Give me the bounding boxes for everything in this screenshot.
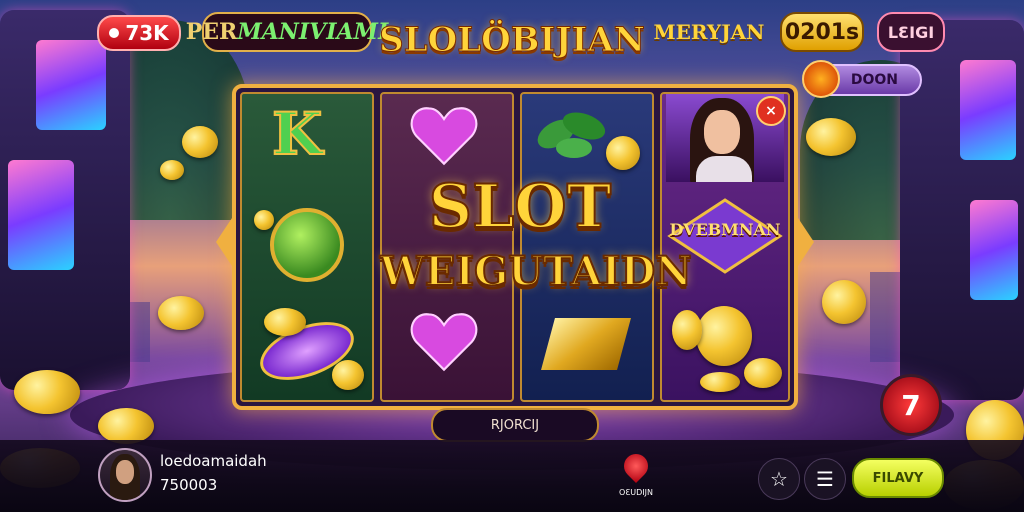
spin-button[interactable]: 7 <box>880 374 942 436</box>
promo-badge-left-b: MANIVIAMI <box>237 19 389 45</box>
promo-badge-right[interactable]: MERYJAN <box>652 16 766 48</box>
promo-badge-left-a: PER <box>185 19 238 45</box>
coin-icon <box>606 136 640 170</box>
reel4-emblem-text: DVEBMNAN <box>669 220 781 239</box>
coin-icon <box>744 358 782 388</box>
avatar-face <box>116 460 134 484</box>
coin-icon <box>806 118 856 156</box>
coin-icon <box>98 408 154 444</box>
coin-icon <box>672 310 702 350</box>
close-icon[interactable]: × <box>756 96 786 126</box>
coin-icon <box>182 126 218 158</box>
favorites-button[interactable]: ☆ <box>758 458 800 500</box>
coin-icon <box>158 296 204 330</box>
heart-symbol-icon <box>410 107 478 166</box>
coin-icon <box>14 370 80 414</box>
gold-bar-symbol-icon <box>541 318 631 370</box>
arcade-screen <box>36 40 106 130</box>
coin-icon <box>264 308 306 336</box>
reel-overlay-title: SLOT <box>428 171 612 243</box>
portrait-face <box>704 110 740 154</box>
k-symbol: K <box>271 99 323 169</box>
coin-icon <box>700 372 740 392</box>
map-pin-label: OƐUDIJN <box>619 488 653 497</box>
player-balance: 750003 <box>160 476 218 494</box>
coin-icon <box>696 306 752 366</box>
doon-label: DOON <box>850 72 898 88</box>
avatar[interactable] <box>98 448 152 502</box>
portrait-body <box>696 156 752 182</box>
spin-label-button[interactable]: RJORCIJ <box>431 408 599 442</box>
live-count-text: 73K <box>125 21 169 45</box>
lime-symbol-icon <box>270 208 344 282</box>
live-dot-icon <box>109 28 120 38</box>
menu-icon: ☰ <box>816 467 834 491</box>
promo-badge-left[interactable]: PER MANIVIAMI <box>186 12 388 52</box>
menu-button[interactable]: ☰ <box>804 458 846 500</box>
player-name: loedoamaidah <box>160 452 267 470</box>
coin-icon <box>254 210 274 230</box>
game-title: SLOLÖBIJIAN <box>379 20 646 61</box>
arcade-screen <box>970 200 1018 300</box>
reel-arrow-left-icon <box>216 218 232 266</box>
coin-icon <box>160 160 184 180</box>
arcade-cabinet-left <box>0 10 130 390</box>
leaf-symbol-icon <box>537 112 606 158</box>
coin-icon <box>332 360 364 390</box>
bonus-icon <box>802 60 840 98</box>
balance-badge[interactable]: 0201s <box>780 12 864 52</box>
coin-icon <box>822 280 866 324</box>
star-icon: ☆ <box>770 467 788 491</box>
reel-arrow-right-icon <box>798 218 814 266</box>
play-button[interactable]: FILAVY <box>852 458 944 498</box>
arcade-screen <box>8 160 74 270</box>
arcade-screen <box>960 60 1016 160</box>
settings-badge[interactable]: LƐIGI <box>877 12 945 52</box>
reel-overlay-subtitle: WEIGUTAIDN <box>379 247 693 296</box>
heart-symbol-icon <box>410 313 478 372</box>
live-count-badge[interactable]: 73K <box>97 15 181 51</box>
